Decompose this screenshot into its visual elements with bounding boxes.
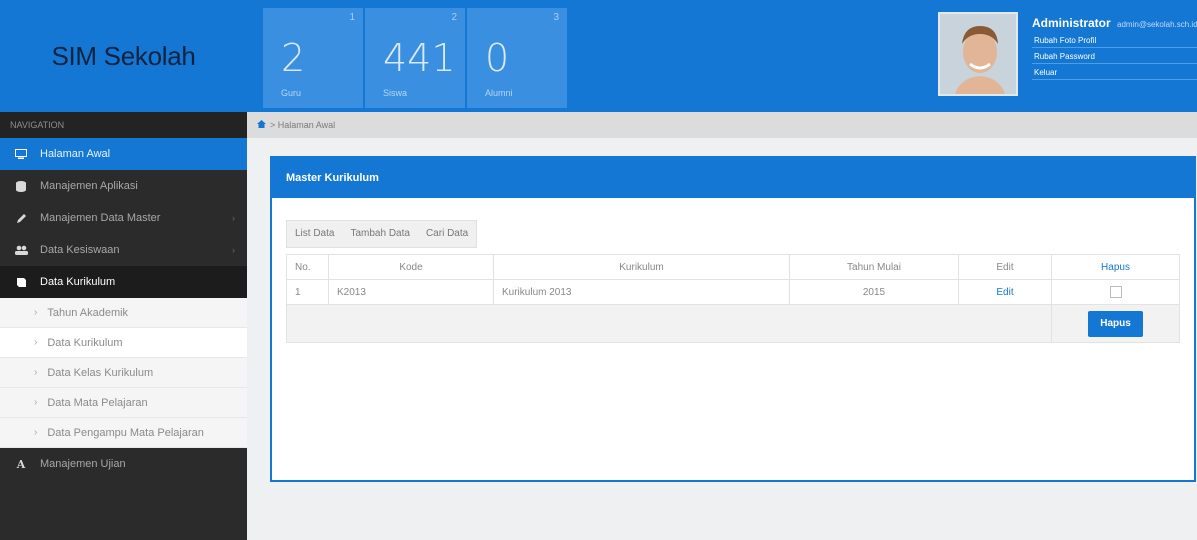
cell-kurikulum: Kurikulum 2013 — [493, 279, 790, 305]
stat-value: 2 — [281, 36, 306, 80]
nav-header: NAVIGATION — [0, 112, 247, 138]
sidebar-subitem-label: Data Kurikulum — [47, 336, 123, 349]
sidebar-subitem-data-mata-pelajaran[interactable]: › Data Mata Pelajaran — [0, 388, 247, 418]
user-name-text: Administrator — [1032, 16, 1111, 30]
stat-guru[interactable]: 1 2 Guru — [263, 8, 363, 108]
bullet-icon: › — [34, 427, 38, 438]
column-header-no: No. — [286, 254, 329, 280]
stat-index: 1 — [349, 12, 355, 23]
tab-tambah-data[interactable]: Tambah Data — [342, 221, 417, 247]
kurikulum-table: No. Kode Kurikulum Tahun Mulai Edit Hapu… — [286, 254, 1180, 343]
user-email: admin@sekolah.sch.id — [1117, 20, 1197, 29]
users-icon — [14, 243, 28, 257]
stat-index: 2 — [451, 12, 457, 23]
avatar — [938, 12, 1018, 96]
column-header-edit: Edit — [958, 254, 1052, 280]
chevron-right-icon: › — [232, 245, 235, 255]
tab-bar: List Data Tambah Data Cari Data — [286, 220, 478, 248]
sidebar-subitem-label: Data Mata Pelajaran — [47, 396, 148, 409]
sidebar-subitem-tahun-akademik[interactable]: › Tahun Akademik — [0, 298, 247, 328]
bullet-icon: › — [34, 397, 38, 408]
master-kurikulum-panel: Master Kurikulum List Data Tambah Data C… — [270, 156, 1196, 482]
hapus-button[interactable]: Hapus — [1088, 310, 1143, 337]
footer-spacer — [286, 304, 1052, 343]
stats-bar: 1 2 Guru 2 441 Siswa 3 0 Alumni — [263, 8, 569, 108]
table-header-row: No. Kode Kurikulum Tahun Mulai Edit Hapu… — [286, 254, 1180, 280]
cell-edit: Edit — [958, 279, 1052, 305]
sidebar-subitem-data-pengampu[interactable]: › Data Pengampu Mata Pelajaran — [0, 418, 247, 448]
sidebar-subitem-data-kurikulum[interactable]: › Data Kurikulum — [0, 328, 247, 358]
sidebar-item-label: Manajemen Data Master — [40, 212, 161, 224]
column-header-hapus[interactable]: Hapus — [1051, 254, 1180, 280]
sidebar-item-label: Manajemen Ujian — [40, 458, 126, 470]
sidebar-item-label: Data Kesiswaan — [40, 244, 120, 256]
home-icon[interactable] — [257, 119, 266, 131]
brand[interactable]: SIM Sekolah — [0, 0, 247, 112]
sidebar-item-manajemen-aplikasi[interactable]: Manajemen Aplikasi — [0, 170, 247, 202]
sidebar: NAVIGATION Halaman Awal Manajemen Aplika… — [0, 112, 247, 540]
table-row: 1 K2013 Kurikulum 2013 2015 Edit — [286, 279, 1180, 305]
stat-index: 3 — [553, 12, 559, 23]
breadcrumb-separator: > — [270, 120, 278, 130]
bullet-icon: › — [34, 307, 38, 318]
table-footer-row: Hapus — [286, 304, 1180, 343]
book-icon — [14, 275, 28, 289]
user-name[interactable]: Administrator admin@sekolah.sch.id — [1032, 16, 1197, 30]
stat-value: 441 — [383, 36, 456, 80]
brand-title: SIM Sekolah — [51, 40, 196, 71]
sidebar-subitem-label: Tahun Akademik — [47, 306, 129, 319]
font-icon: A — [16, 457, 26, 471]
column-header-tahun-mulai: Tahun Mulai — [789, 254, 959, 280]
bullet-icon: › — [34, 337, 38, 348]
bullet-icon: › — [34, 367, 38, 378]
panel-title: Master Kurikulum — [272, 158, 1194, 198]
stat-value: 0 — [485, 36, 510, 80]
tab-list-data[interactable]: List Data — [287, 221, 342, 247]
logout-link[interactable]: Keluar — [1032, 66, 1197, 80]
chevron-right-icon: › — [232, 213, 235, 223]
stat-label: Alumni — [485, 88, 513, 98]
sidebar-item-halaman-awal[interactable]: Halaman Awal — [0, 138, 247, 170]
column-header-kurikulum: Kurikulum — [493, 254, 790, 280]
stat-siswa[interactable]: 2 441 Siswa — [365, 8, 465, 108]
footer-action-cell: Hapus — [1051, 304, 1180, 343]
cell-kode: K2013 — [328, 279, 494, 305]
sidebar-item-data-kesiswaan[interactable]: Data Kesiswaan › — [0, 234, 247, 266]
sidebar-item-data-kurikulum[interactable]: Data Kurikulum — [0, 266, 247, 298]
stat-label: Guru — [281, 88, 302, 98]
delete-checkbox[interactable] — [1109, 286, 1122, 298]
stat-alumni[interactable]: 3 0 Alumni — [467, 8, 567, 108]
column-header-kode: Kode — [328, 254, 494, 280]
stat-label: Siswa — [383, 88, 408, 98]
change-password-link[interactable]: Rubah Password — [1032, 50, 1197, 64]
breadcrumb-item[interactable]: Halaman Awal — [278, 120, 335, 130]
cell-hapus — [1051, 279, 1180, 305]
cell-tahun-mulai: 2015 — [789, 279, 959, 305]
cell-no: 1 — [286, 279, 329, 305]
sidebar-item-label: Data Kurikulum — [40, 276, 116, 288]
sidebar-item-label: Halaman Awal — [40, 148, 111, 160]
sidebar-item-manajemen-data-master[interactable]: Manajemen Data Master › — [0, 202, 247, 234]
pencil-icon — [14, 211, 28, 225]
sidebar-item-manajemen-ujian[interactable]: A Manajemen Ujian — [0, 448, 247, 480]
sidebar-subitem-label: Data Pengampu Mata Pelajaran — [47, 426, 204, 439]
database-icon — [14, 179, 28, 193]
breadcrumb: > Halaman Awal — [247, 112, 1197, 138]
edit-link[interactable]: Edit — [996, 287, 1013, 298]
sidebar-subitem-data-kelas-kurikulum[interactable]: › Data Kelas Kurikulum — [0, 358, 247, 388]
tab-cari-data[interactable]: Cari Data — [418, 221, 476, 247]
sidebar-item-label: Manajemen Aplikasi — [40, 180, 138, 192]
avatar-portrait — [940, 14, 1016, 94]
monitor-icon — [14, 147, 28, 161]
change-photo-link[interactable]: Rubah Foto Profil — [1032, 34, 1197, 48]
user-profile: Administrator admin@sekolah.sch.id Rubah… — [936, 8, 1197, 108]
top-header: SIM Sekolah 1 2 Guru 2 441 Siswa 3 0 Alu… — [0, 0, 1197, 112]
sidebar-subitem-label: Data Kelas Kurikulum — [47, 366, 154, 379]
